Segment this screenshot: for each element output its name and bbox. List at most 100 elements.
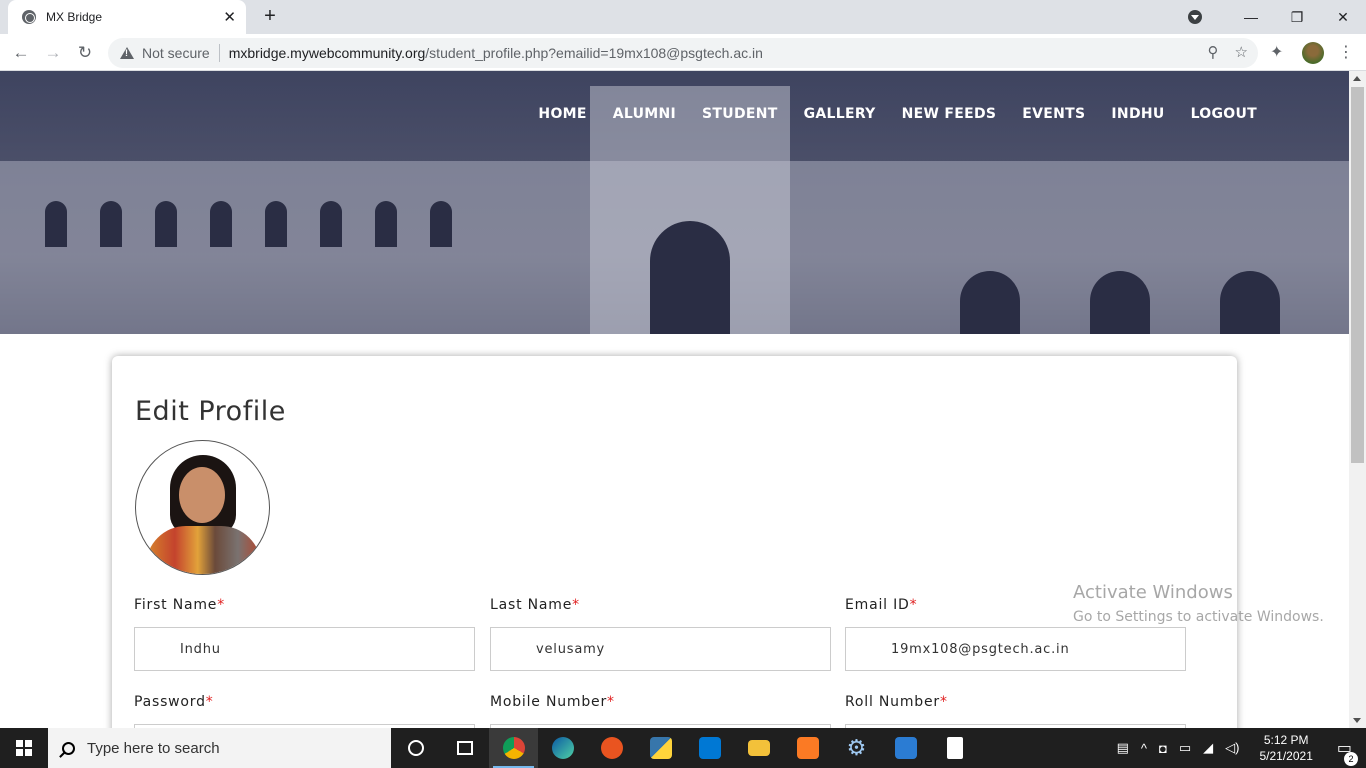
main-nav: HOME ALUMNI STUDENT GALLERY NEW FEEDS EV… [538,106,1257,122]
search-icon [62,741,75,755]
tab-search-icon[interactable] [1188,10,1202,24]
tab-title: MX Bridge [46,10,103,24]
minimize-button[interactable]: — [1228,9,1274,25]
nav-home[interactable]: HOME [538,106,586,122]
arch [210,201,232,247]
network-icon[interactable]: ◢ [1197,740,1219,756]
calculator-icon[interactable] [930,728,979,768]
arch [1090,271,1150,334]
task-view-icon[interactable] [440,728,489,768]
arch [45,201,67,247]
cortana-icon[interactable] [391,728,440,768]
tab-close-icon[interactable]: ✕ [223,8,236,26]
edit-profile-card: Edit Profile First Name* Indhu Last Name… [112,356,1237,728]
email-label: Email ID* [845,597,918,613]
word-icon[interactable] [881,728,930,768]
url-path[interactable]: /student_profile.php?emailid=19mx108@psg… [425,45,763,61]
windows-taskbar: Type here to search ⚙ ▤ ^ ◘ ▭ ◢ ◁) 5:12 … [0,728,1366,768]
show-hidden-icons-chevron-icon[interactable]: ^ [1135,741,1153,756]
scroll-thumb[interactable] [1351,87,1364,463]
page-title: Edit Profile [135,396,286,427]
first-name-field[interactable]: Indhu [134,627,475,671]
vscode-icon[interactable] [685,728,734,768]
more-menu-icon[interactable]: ⋮ [1338,42,1354,62]
edge-icon[interactable] [538,728,587,768]
divider [218,44,220,62]
warning-icon[interactable] [120,47,134,59]
meet-now-icon[interactable]: ◘ [1153,741,1173,756]
forward-arrow-icon[interactable]: → [40,40,66,66]
password-label: Password* [134,694,214,710]
new-tab-button[interactable]: + [258,4,282,28]
system-tray: ▤ ^ ◘ ▭ ◢ ◁) 5:12 PM 5/21/2021 ▭ 2 [1111,728,1366,768]
address-bar-actions: ⚲ ☆ [1208,43,1248,61]
photo-body [146,526,261,574]
nav-new-feeds[interactable]: NEW FEEDS [902,106,997,122]
roll-number-label: Roll Number* [845,694,948,710]
arch [650,221,730,334]
watermark-subtitle: Go to Settings to activate Windows. [1073,609,1324,625]
last-name-label: Last Name* [490,597,580,613]
taskbar-search[interactable]: Type here to search [48,728,391,768]
close-window-button[interactable]: ✕ [1320,9,1366,26]
arch [320,201,342,247]
python-icon[interactable] [636,728,685,768]
window-controls: — ❐ ✕ [1188,0,1366,34]
ubuntu-icon[interactable] [587,728,636,768]
first-name-label: First Name* [134,597,226,613]
activate-windows-watermark: Activate Windows Go to Settings to activ… [1073,582,1324,625]
security-status[interactable]: Not secure [142,45,210,61]
url-host[interactable]: mxbridge.mywebcommunity.org [229,45,426,61]
extensions-puzzle-icon[interactable]: ✦ [1270,42,1283,62]
nav-logout[interactable]: LOGOUT [1191,106,1257,122]
profile-photo[interactable] [135,440,270,575]
browser-toolbar: ← → ↻ Not secure mxbridge.mywebcommunity… [0,34,1366,71]
bookmark-star-icon[interactable]: ☆ [1235,43,1248,61]
last-name-field[interactable]: velusamy [490,627,831,671]
arch [155,201,177,247]
hero-banner: HOME ALUMNI STUDENT GALLERY NEW FEEDS EV… [0,71,1349,334]
clock-date: 5/21/2021 [1259,749,1313,763]
volume-icon[interactable]: ◁) [1219,740,1245,756]
file-explorer-icon[interactable] [734,728,783,768]
windows-logo-icon [16,740,32,756]
watermark-title: Activate Windows [1073,582,1233,603]
reload-icon[interactable]: ↻ [72,40,98,66]
arch [265,201,287,247]
nav-alumni[interactable]: ALUMNI [613,106,676,122]
clock[interactable]: 5:12 PM 5/21/2021 [1245,732,1326,764]
notification-count: 2 [1344,752,1358,766]
scroll-up-icon[interactable] [1353,76,1361,81]
nav-events[interactable]: EVENTS [1022,106,1085,122]
arch [375,201,397,247]
chrome-icon[interactable] [489,728,538,768]
browser-tab[interactable]: MX Bridge ✕ [8,0,246,34]
photo-face [179,467,225,523]
battery-icon[interactable]: ▭ [1173,740,1197,756]
nav-user[interactable]: INDHU [1111,106,1164,122]
clock-time: 5:12 PM [1263,733,1309,747]
browser-tab-strip: MX Bridge ✕ + — ❐ ✕ [0,0,1366,34]
restore-button[interactable]: ❐ [1274,9,1320,26]
email-field[interactable]: 19mx108@psgtech.ac.in [845,627,1186,671]
zoom-icon[interactable]: ⚲ [1208,43,1219,61]
nav-student[interactable]: STUDENT [702,106,778,122]
back-arrow-icon[interactable]: ← [8,40,34,66]
nav-gallery[interactable]: GALLERY [804,106,876,122]
settings-gear-icon[interactable]: ⚙ [832,728,881,768]
news-icon[interactable]: ▤ [1111,740,1135,756]
xampp-icon[interactable] [783,728,832,768]
mobile-number-label: Mobile Number* [490,694,615,710]
scroll-down-icon[interactable] [1353,718,1361,723]
address-bar[interactable]: Not secure mxbridge.mywebcommunity.org/s… [108,38,1258,68]
page-viewport: HOME ALUMNI STUDENT GALLERY NEW FEEDS EV… [0,71,1349,728]
notification-center-icon[interactable]: ▭ 2 [1327,738,1366,766]
start-button[interactable] [0,728,48,768]
arch [1220,271,1280,334]
globe-icon [22,10,36,24]
arch [430,201,452,247]
arch [960,271,1020,334]
arch [100,201,122,247]
profile-avatar[interactable] [1302,42,1324,64]
page-scrollbar[interactable] [1349,71,1366,728]
